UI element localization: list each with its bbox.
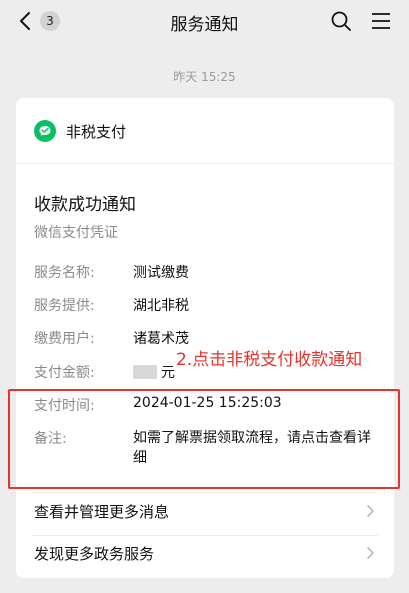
divider bbox=[16, 163, 394, 164]
message-timestamp: 昨天 15:25 bbox=[173, 70, 236, 84]
discover-services-link[interactable]: 发现更多政务服务 bbox=[34, 541, 378, 565]
field-label-service-name: 服务名称: bbox=[34, 265, 95, 281]
field-label-amount: 支付金额: bbox=[34, 365, 95, 381]
menu-icon[interactable] bbox=[369, 9, 393, 33]
amount-unit: 元 bbox=[161, 365, 175, 381]
top-bar: 3 服务通知 bbox=[0, 0, 409, 44]
brand-name: 非税支付 bbox=[66, 122, 127, 141]
wechat-pay-logo-icon bbox=[34, 120, 56, 142]
field-value-amount: 元 bbox=[133, 362, 175, 382]
link-label: 查看并管理更多消息 bbox=[34, 503, 170, 521]
divider bbox=[32, 492, 378, 493]
field-value-service-name: 测试缴费 bbox=[133, 265, 189, 281]
link-label: 发现更多政务服务 bbox=[34, 545, 155, 563]
chevron-right-icon bbox=[367, 505, 374, 517]
masked-amount bbox=[133, 365, 157, 379]
payment-notice-card[interactable]: 非税支付 收款成功通知 微信支付凭证 服务名称: 测试缴费 服务提供: 湖北非税… bbox=[16, 98, 394, 578]
field-label-payer: 缴费用户: bbox=[34, 331, 95, 347]
chevron-right-icon bbox=[367, 547, 374, 559]
highlight-box bbox=[8, 389, 400, 489]
notice-title: 收款成功通知 bbox=[34, 195, 136, 215]
notice-subtitle: 微信支付凭证 bbox=[34, 225, 118, 241]
annotation-text: 2.点击非税支付收款通知 bbox=[176, 350, 363, 370]
search-icon[interactable] bbox=[329, 9, 353, 33]
manage-messages-link[interactable]: 查看并管理更多消息 bbox=[34, 499, 378, 523]
field-value-provider: 湖北非税 bbox=[133, 298, 189, 314]
field-label-provider: 服务提供: bbox=[34, 298, 95, 314]
divider bbox=[32, 535, 378, 536]
brand-row[interactable]: 非税支付 bbox=[34, 120, 126, 142]
